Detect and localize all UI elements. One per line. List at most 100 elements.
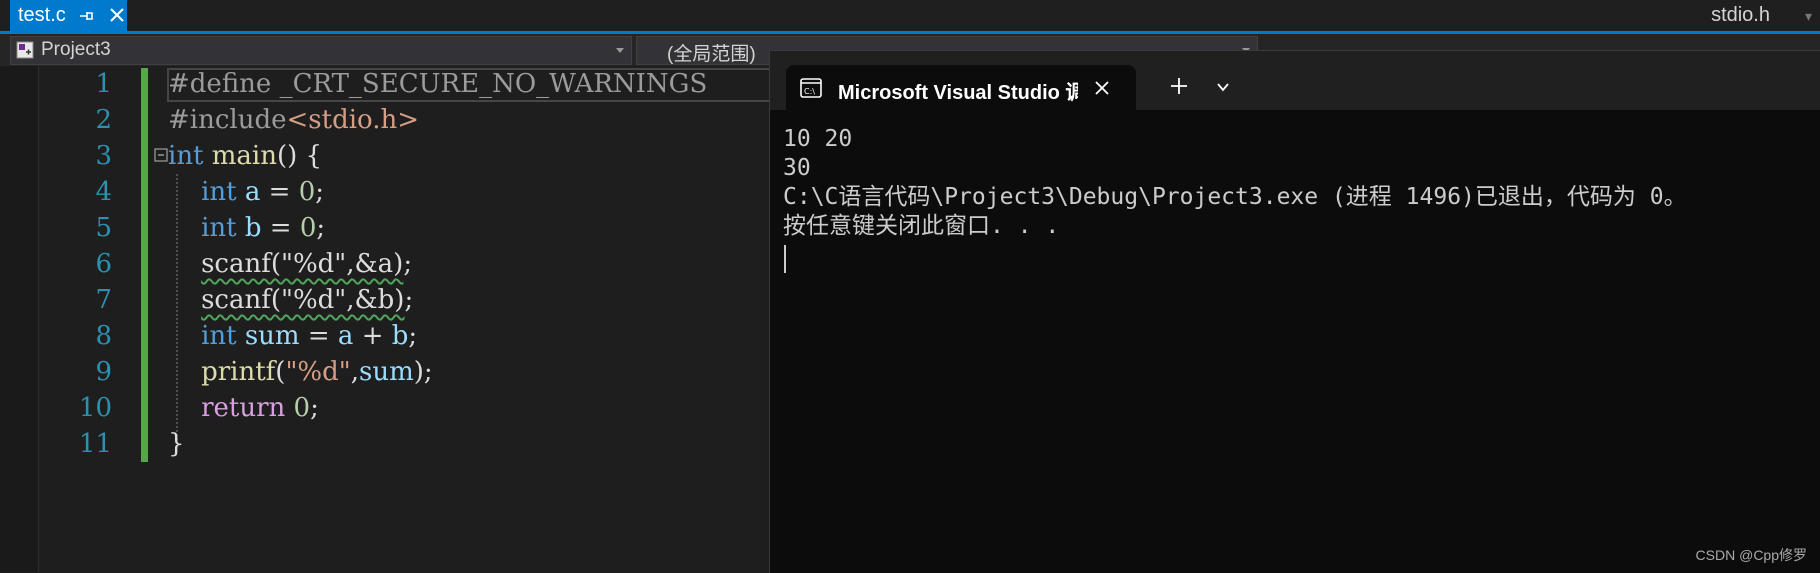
console-icon: C:\ <box>800 78 822 98</box>
code-token: sum <box>358 357 414 387</box>
code-line[interactable]: } <box>168 426 185 462</box>
line-number: 6 <box>95 249 112 279</box>
chevron-down-icon[interactable] <box>1215 79 1231 95</box>
line-number: 3 <box>95 141 112 171</box>
project-selector-label: Project3 <box>41 39 111 60</box>
code-token: int <box>168 141 204 171</box>
line-number: 9 <box>95 357 112 387</box>
text-cursor <box>784 245 786 273</box>
code-token: b <box>244 213 262 243</box>
code-token: #include <box>168 105 287 135</box>
debug-console-window[interactable]: C:\ Microsoft Visual Studio 调试控制台 10 20 … <box>769 50 1820 573</box>
document-tab-strip: test.c stdio.h ▾ <box>0 0 1820 34</box>
code-token: 0 <box>293 393 311 423</box>
project-selector[interactable]: Project3 <box>10 36 632 65</box>
code-token: ; <box>316 213 326 243</box>
code-line[interactable]: scanf("%d",&b); <box>168 282 413 318</box>
line-number: 8 <box>95 321 112 351</box>
line-number: 7 <box>95 285 112 315</box>
line-number: 5 <box>95 213 112 243</box>
code-token: } <box>168 429 185 459</box>
code-token: = <box>299 321 338 351</box>
code-line[interactable]: int main() { <box>168 138 322 174</box>
code-line[interactable]: int b = 0; <box>168 210 325 246</box>
code-line[interactable]: printf("%d",sum); <box>168 354 433 390</box>
saved-changes-bar <box>141 68 148 462</box>
code-token: 0 <box>299 213 317 243</box>
collapse-icon[interactable] <box>154 148 168 162</box>
code-token: int <box>201 177 237 207</box>
terminal-title-bar: C:\ Microsoft Visual Studio 调试控制台 <box>770 51 1820 110</box>
code-token: int <box>201 213 237 243</box>
tab-stdio-h[interactable]: stdio.h <box>1711 4 1770 27</box>
code-token: printf <box>201 357 276 387</box>
code-line[interactable]: #include<stdio.h> <box>168 102 419 138</box>
project-icon <box>16 41 34 59</box>
tab-test-c[interactable]: test.c <box>10 0 127 31</box>
tab-overflow-icon[interactable]: ▾ <box>1805 8 1812 25</box>
code-token: ( <box>275 357 286 387</box>
terminal-tab-title: Microsoft Visual Studio 调试控制台 <box>838 82 1078 104</box>
line-number: 10 <box>78 393 112 423</box>
tab-title: test.c <box>18 4 66 26</box>
code-token: <stdio.h> <box>286 105 420 135</box>
code-token: int <box>201 321 237 351</box>
line-number: 2 <box>95 105 112 135</box>
code-line[interactable]: int a = 0; <box>168 174 324 210</box>
code-token: #define <box>168 69 280 99</box>
new-tab-icon[interactable] <box>1168 75 1190 97</box>
code-token: "%d" <box>285 357 351 387</box>
code-line[interactable]: int sum = a + b; <box>168 318 417 354</box>
close-icon[interactable] <box>106 4 128 26</box>
code-token: _CRT_SECURE_NO_WARNINGS <box>279 69 708 99</box>
code-token: sum <box>244 321 300 351</box>
watermark: CSDN @Cpp修罗 <box>1695 547 1807 563</box>
output-line: 按任意键关闭此窗口. . . <box>783 213 1060 239</box>
code-line[interactable]: #define _CRT_SECURE_NO_WARNINGS <box>168 66 707 102</box>
code-token: () { <box>277 141 323 171</box>
code-token: ); <box>413 357 433 387</box>
terminal-tab[interactable]: C:\ Microsoft Visual Studio 调试控制台 <box>786 65 1136 110</box>
pin-icon[interactable] <box>78 7 96 25</box>
line-number: 4 <box>95 177 112 207</box>
code-token: ; <box>315 177 324 207</box>
code-token: 0 <box>298 177 316 207</box>
code-token: + <box>353 321 392 351</box>
code-token: , <box>350 357 359 387</box>
code-token: = <box>260 177 299 207</box>
code-line[interactable]: scanf("%d",&a); <box>168 246 412 282</box>
code-token: ; <box>404 285 414 315</box>
code-token: a <box>337 321 354 351</box>
output-line: 10 20 <box>783 126 853 152</box>
code-token: = <box>261 213 300 243</box>
code-token: return <box>201 393 286 423</box>
close-icon[interactable] <box>1092 78 1112 98</box>
code-token: scanf("%d",&a) <box>201 249 404 279</box>
chevron-down-icon <box>616 48 624 53</box>
code-token: b <box>391 321 409 351</box>
code-token: scanf("%d",&b) <box>201 285 405 315</box>
code-token: ; <box>403 249 413 279</box>
scope-selector-label: (全局范围) <box>667 44 756 65</box>
code-token: ; <box>408 321 418 351</box>
svg-text:C:\: C:\ <box>804 87 815 96</box>
output-line: C:\C语言代码\Project3\Debug\Project3.exe (进程… <box>783 184 1687 210</box>
code-token: a <box>244 177 261 207</box>
code-token: main <box>211 141 277 171</box>
line-number: 1 <box>95 69 112 99</box>
code-token: ; <box>310 393 319 423</box>
line-number: 11 <box>78 429 112 459</box>
code-line[interactable]: return 0; <box>168 390 319 426</box>
